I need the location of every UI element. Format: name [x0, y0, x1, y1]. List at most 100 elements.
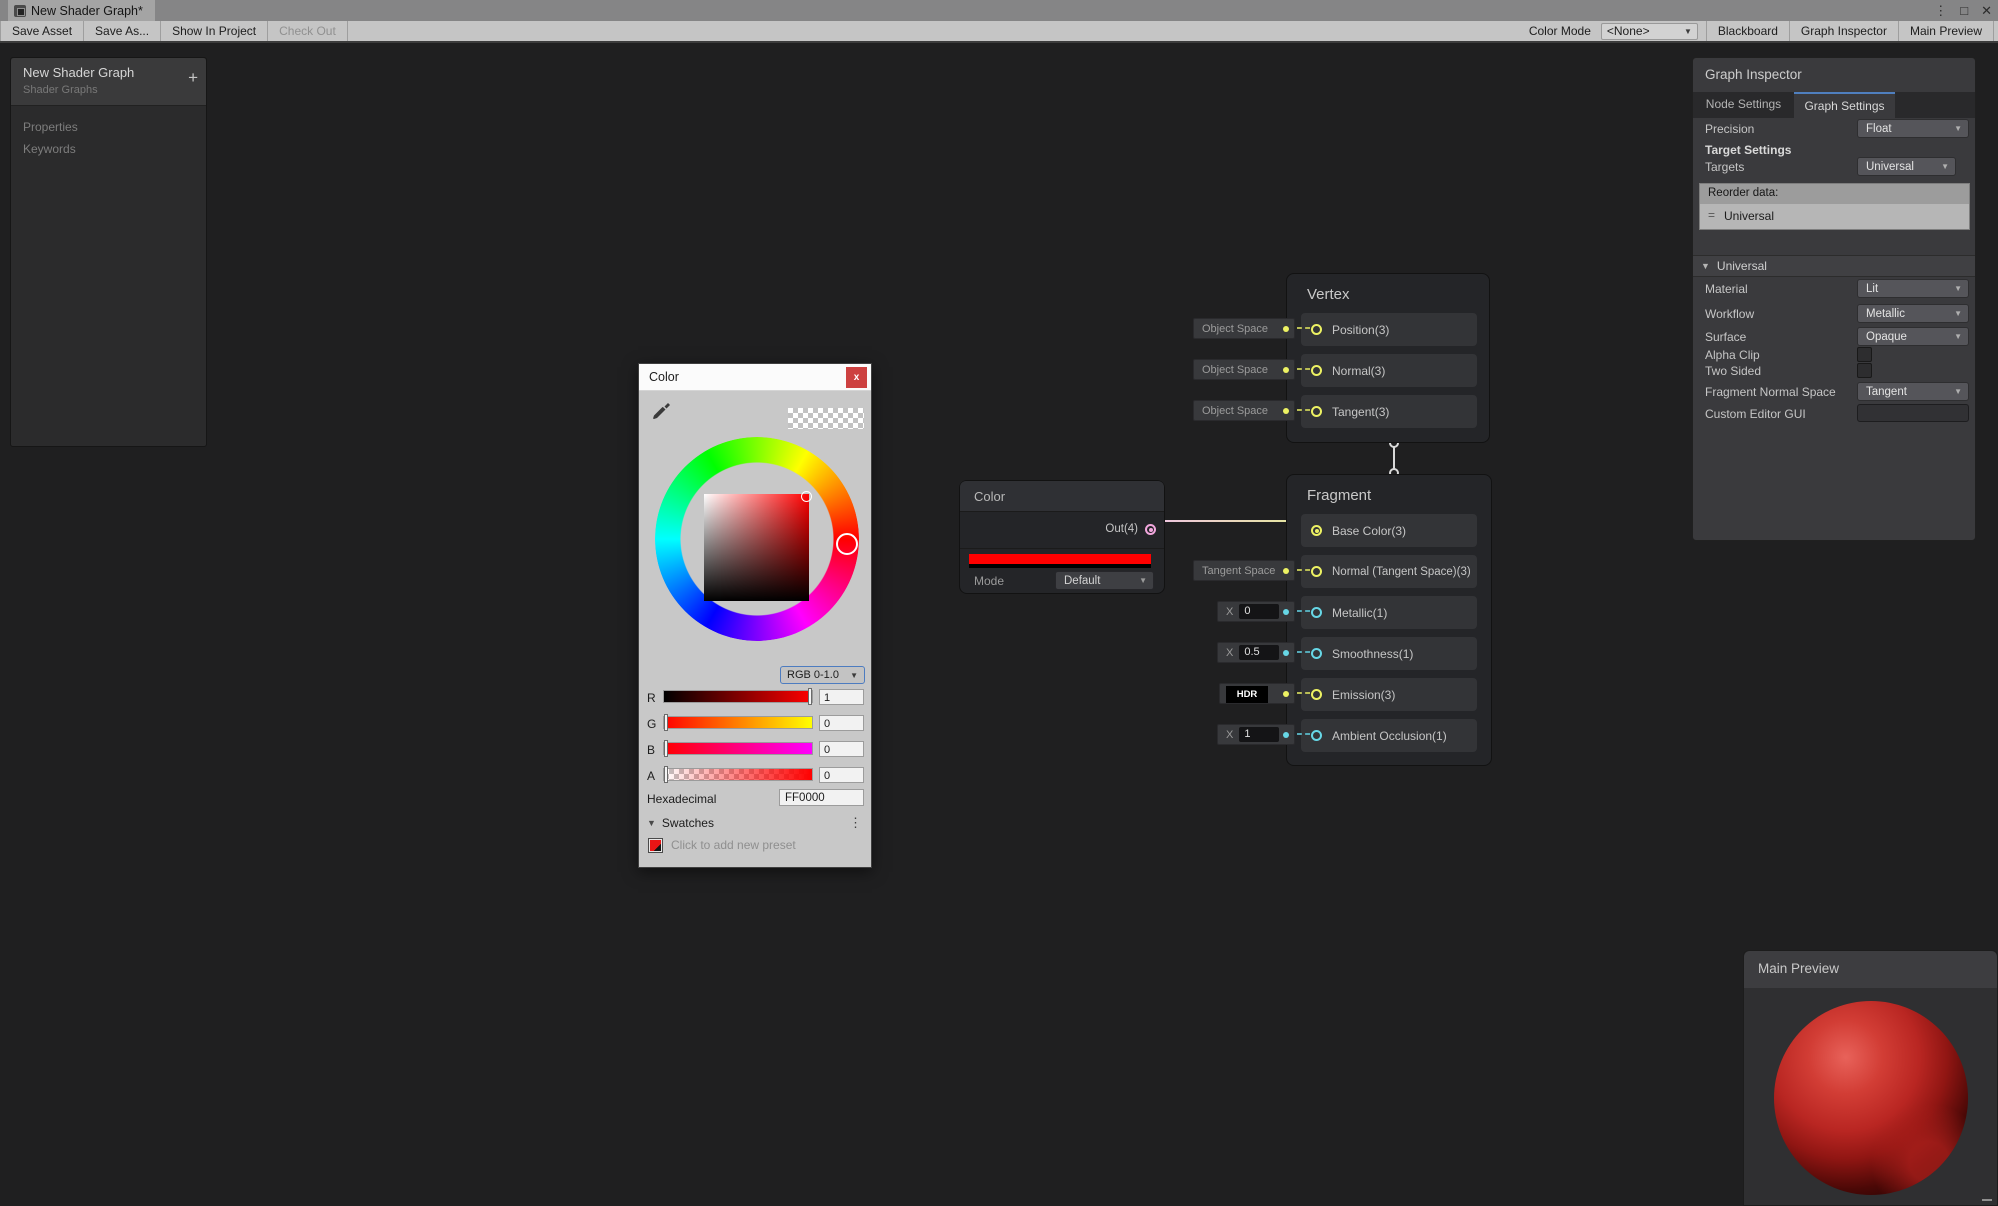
slot-normal[interactable]: Normal(3) — [1301, 354, 1477, 387]
a-value-input[interactable] — [819, 767, 864, 783]
chip-label: Object Space — [1194, 323, 1268, 335]
resize-handle[interactable] — [1982, 1199, 1992, 1201]
space-chip-tangent[interactable]: Object Space — [1193, 400, 1295, 421]
color-picker-titlebar[interactable]: Color x — [639, 364, 871, 391]
value-chip-smoothness[interactable]: X 0.5 — [1217, 642, 1295, 663]
targets-dropdown[interactable]: Universal ▼ — [1857, 157, 1956, 176]
maximize-icon[interactable]: □ — [1960, 3, 1968, 18]
value-field[interactable]: 0.5 — [1239, 645, 1279, 660]
workflow-dropdown[interactable]: Metallic ▼ — [1857, 304, 1969, 323]
slot-normal-tangent-space[interactable]: Normal (Tangent Space)(3) — [1301, 555, 1477, 588]
hdr-chip-emission[interactable]: HDR — [1219, 683, 1295, 704]
save-asset-button[interactable]: Save Asset — [0, 21, 84, 41]
color-mode-dropdown[interactable]: <None> ▼ — [1601, 23, 1698, 40]
add-preset-hint[interactable]: Click to add new preset — [671, 838, 796, 852]
g-value-input[interactable] — [819, 715, 864, 731]
close-icon[interactable]: x — [846, 367, 867, 388]
alpha-clip-checkbox[interactable] — [1857, 347, 1872, 362]
r-value-input[interactable] — [819, 689, 864, 705]
float-port-icon[interactable] — [1311, 730, 1322, 741]
preview-sphere[interactable] — [1774, 1001, 1968, 1195]
out-port-label: Out(4) — [1105, 523, 1138, 535]
reorder-data-label: Reorder data: — [1700, 184, 1969, 204]
hdr-badge[interactable]: HDR — [1226, 686, 1268, 703]
slot-tangent[interactable]: Tangent(3) — [1301, 395, 1477, 428]
fragment-normal-space-dropdown[interactable]: Tangent ▼ — [1857, 382, 1969, 401]
space-chip-position[interactable]: Object Space — [1193, 318, 1295, 339]
g-slider-handle[interactable] — [664, 714, 668, 731]
vector3-port-icon[interactable] — [1311, 566, 1322, 577]
out-port[interactable] — [1145, 524, 1156, 535]
saturation-value-selector[interactable] — [801, 491, 812, 502]
swatches-foldout[interactable]: ▼ Swatches — [647, 816, 714, 830]
blackboard-header[interactable]: New Shader Graph Shader Graphs + — [11, 58, 206, 106]
blackboard-toggle-button[interactable]: Blackboard — [1706, 21, 1790, 41]
value-field[interactable]: 0 — [1239, 604, 1279, 619]
main-preview-toggle-button[interactable]: Main Preview — [1899, 21, 1994, 41]
two-sided-checkbox[interactable] — [1857, 363, 1872, 378]
vector3-port-icon[interactable] — [1311, 324, 1322, 335]
hexadecimal-input[interactable] — [779, 789, 864, 806]
g-slider[interactable] — [663, 716, 813, 729]
surface-dropdown[interactable]: Opaque ▼ — [1857, 327, 1969, 346]
space-chip-normal-ts[interactable]: Tangent Space — [1193, 560, 1295, 581]
vertex-node[interactable]: Vertex Position(3) Normal(3) Tangent(3) — [1286, 273, 1490, 443]
graph-canvas[interactable]: New Shader Graph Shader Graphs + Propert… — [0, 43, 1998, 1206]
color-mode-format-dropdown[interactable]: RGB 0-1.0 ▼ — [780, 666, 865, 684]
eyedropper-icon[interactable] — [649, 400, 673, 424]
hue-selector[interactable] — [836, 533, 858, 555]
universal-foldout[interactable]: ▼ Universal — [1693, 255, 1975, 277]
float-port-icon[interactable] — [1311, 607, 1322, 618]
precision-dropdown[interactable]: Float ▼ — [1857, 119, 1969, 138]
window-menu-icon[interactable]: ⋮ — [1934, 3, 1947, 19]
slot-emission[interactable]: Emission(3) — [1301, 678, 1477, 711]
color-node-header[interactable]: Color — [960, 481, 1164, 512]
vector3-port-icon[interactable] — [1311, 689, 1322, 700]
chevron-down-icon: ▼ — [1954, 309, 1962, 318]
space-chip-normal[interactable]: Object Space — [1193, 359, 1295, 380]
b-slider[interactable] — [663, 742, 813, 755]
value-chip-metallic[interactable]: X 0 — [1217, 601, 1295, 622]
value-field[interactable]: 1 — [1239, 727, 1279, 742]
drag-handle-icon[interactable]: = — [1708, 208, 1715, 222]
color-node-swatch[interactable] — [969, 554, 1151, 568]
saturation-value-square[interactable] — [704, 494, 809, 601]
r-slider[interactable] — [663, 690, 813, 703]
slot-smoothness[interactable]: Smoothness(1) — [1301, 637, 1477, 670]
float-port-icon[interactable] — [1311, 648, 1322, 659]
fragment-node[interactable]: Fragment Base Color(3) Normal (Tangent S… — [1286, 474, 1492, 766]
slot-base-color[interactable]: Base Color(3) — [1301, 514, 1477, 547]
edge-color-to-basecolor[interactable] — [1153, 520, 1288, 522]
custom-editor-gui-input[interactable] — [1857, 404, 1969, 422]
slot-position[interactable]: Position(3) — [1301, 313, 1477, 346]
swatches-menu-icon[interactable]: ⋮ — [849, 815, 862, 831]
a-label: A — [647, 769, 661, 783]
vector3-port-icon[interactable] — [1311, 406, 1322, 417]
b-slider-handle[interactable] — [664, 740, 668, 757]
blackboard-section-keywords[interactable]: Keywords — [11, 138, 206, 160]
tab-node-settings[interactable]: Node Settings — [1693, 92, 1794, 118]
blackboard-section-properties[interactable]: Properties — [11, 116, 206, 138]
chip-x-label: X — [1218, 729, 1233, 741]
show-in-project-button[interactable]: Show In Project — [161, 21, 268, 41]
vector3-port-icon[interactable] — [1311, 365, 1322, 376]
close-icon[interactable]: ✕ — [1981, 3, 1992, 19]
graph-inspector-toggle-button[interactable]: Graph Inspector — [1790, 21, 1899, 41]
vector3-port-connected-icon[interactable] — [1311, 525, 1322, 536]
slot-ambient-occlusion[interactable]: Ambient Occlusion(1) — [1301, 719, 1477, 752]
document-tab[interactable]: New Shader Graph* — [8, 0, 155, 21]
value-chip-ao[interactable]: X 1 — [1217, 724, 1295, 745]
reorder-item-universal[interactable]: = Universal — [1700, 204, 1969, 229]
material-dropdown[interactable]: Lit ▼ — [1857, 279, 1969, 298]
a-slider-handle[interactable] — [664, 766, 668, 783]
r-slider-handle[interactable] — [808, 688, 812, 705]
color-node[interactable]: Color Out(4) Mode Default ▼ — [959, 480, 1165, 594]
preset-swatch-icon[interactable] — [649, 839, 662, 852]
slot-metallic[interactable]: Metallic(1) — [1301, 596, 1477, 629]
add-property-button[interactable]: + — [188, 69, 198, 86]
mode-dropdown[interactable]: Default ▼ — [1055, 571, 1154, 590]
a-slider[interactable] — [663, 768, 813, 781]
save-as-button[interactable]: Save As... — [84, 21, 161, 41]
tab-graph-settings[interactable]: Graph Settings — [1794, 92, 1895, 118]
b-value-input[interactable] — [819, 741, 864, 757]
